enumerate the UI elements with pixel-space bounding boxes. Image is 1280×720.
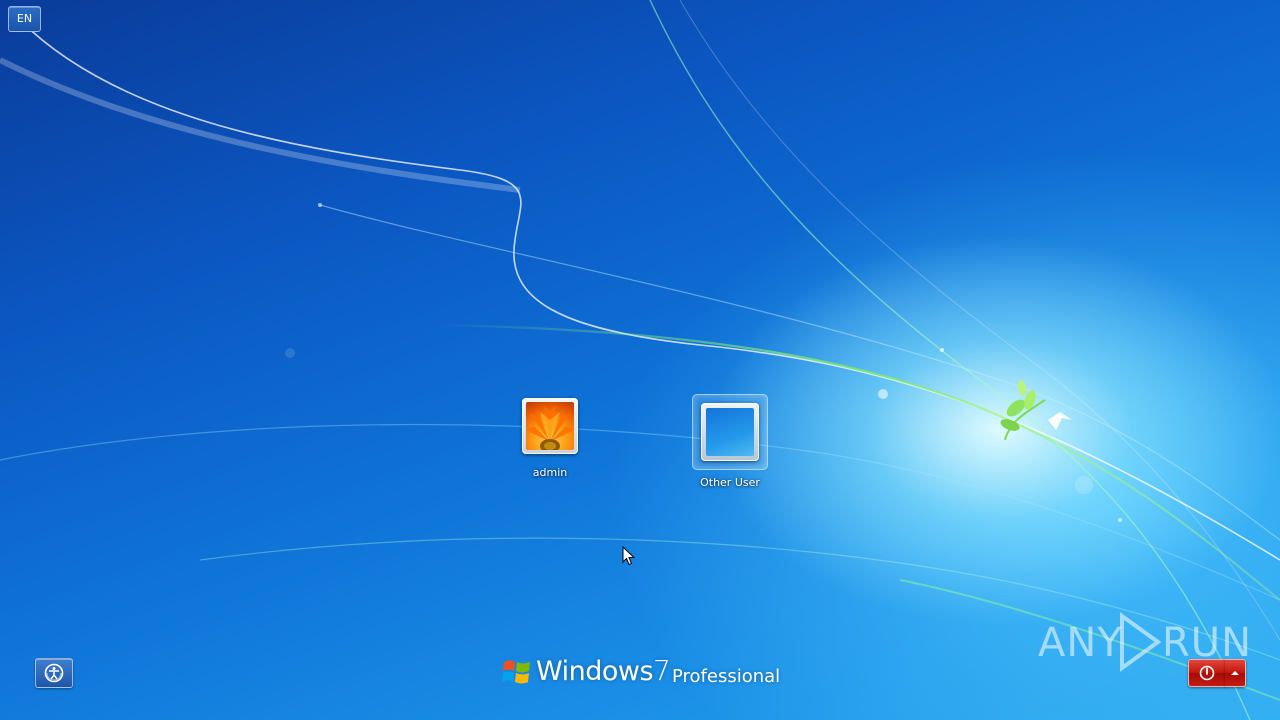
windows-logo-icon	[502, 660, 530, 684]
mouse-cursor-icon	[622, 546, 636, 566]
user-tile-admin[interactable]: admin	[502, 398, 598, 479]
input-language-button[interactable]: EN	[8, 6, 41, 32]
play-triangle-icon	[1120, 612, 1162, 672]
shutdown-button-group	[1188, 659, 1246, 687]
logon-screen: EN admin Other User Windows 7 Profession…	[0, 0, 1280, 720]
product-name: Windows	[536, 656, 654, 687]
blank-user-icon	[706, 408, 754, 456]
leaves-and-bird-graphic	[1000, 380, 1072, 441]
shutdown-button[interactable]	[1188, 659, 1226, 687]
chevron-up-icon	[1231, 671, 1239, 675]
user-name-label: admin	[532, 466, 568, 479]
shutdown-options-button[interactable]	[1225, 659, 1246, 687]
user-picture-frame[interactable]	[701, 403, 759, 461]
watermark-text-left: ANY	[1038, 620, 1123, 666]
user-name-label: Other User	[700, 476, 760, 489]
user-tile-other-user[interactable]: Other User	[682, 394, 778, 489]
orange-flower-icon	[526, 402, 574, 450]
product-version: 7	[653, 654, 671, 687]
power-icon	[1199, 665, 1215, 681]
selection-highlight[interactable]	[692, 394, 768, 470]
product-edition: Professional	[672, 666, 781, 687]
user-picture-frame[interactable]	[522, 398, 578, 454]
ease-of-access-icon	[44, 663, 64, 683]
background-swooshes	[0, 0, 1280, 720]
ease-of-access-button[interactable]	[35, 658, 73, 688]
